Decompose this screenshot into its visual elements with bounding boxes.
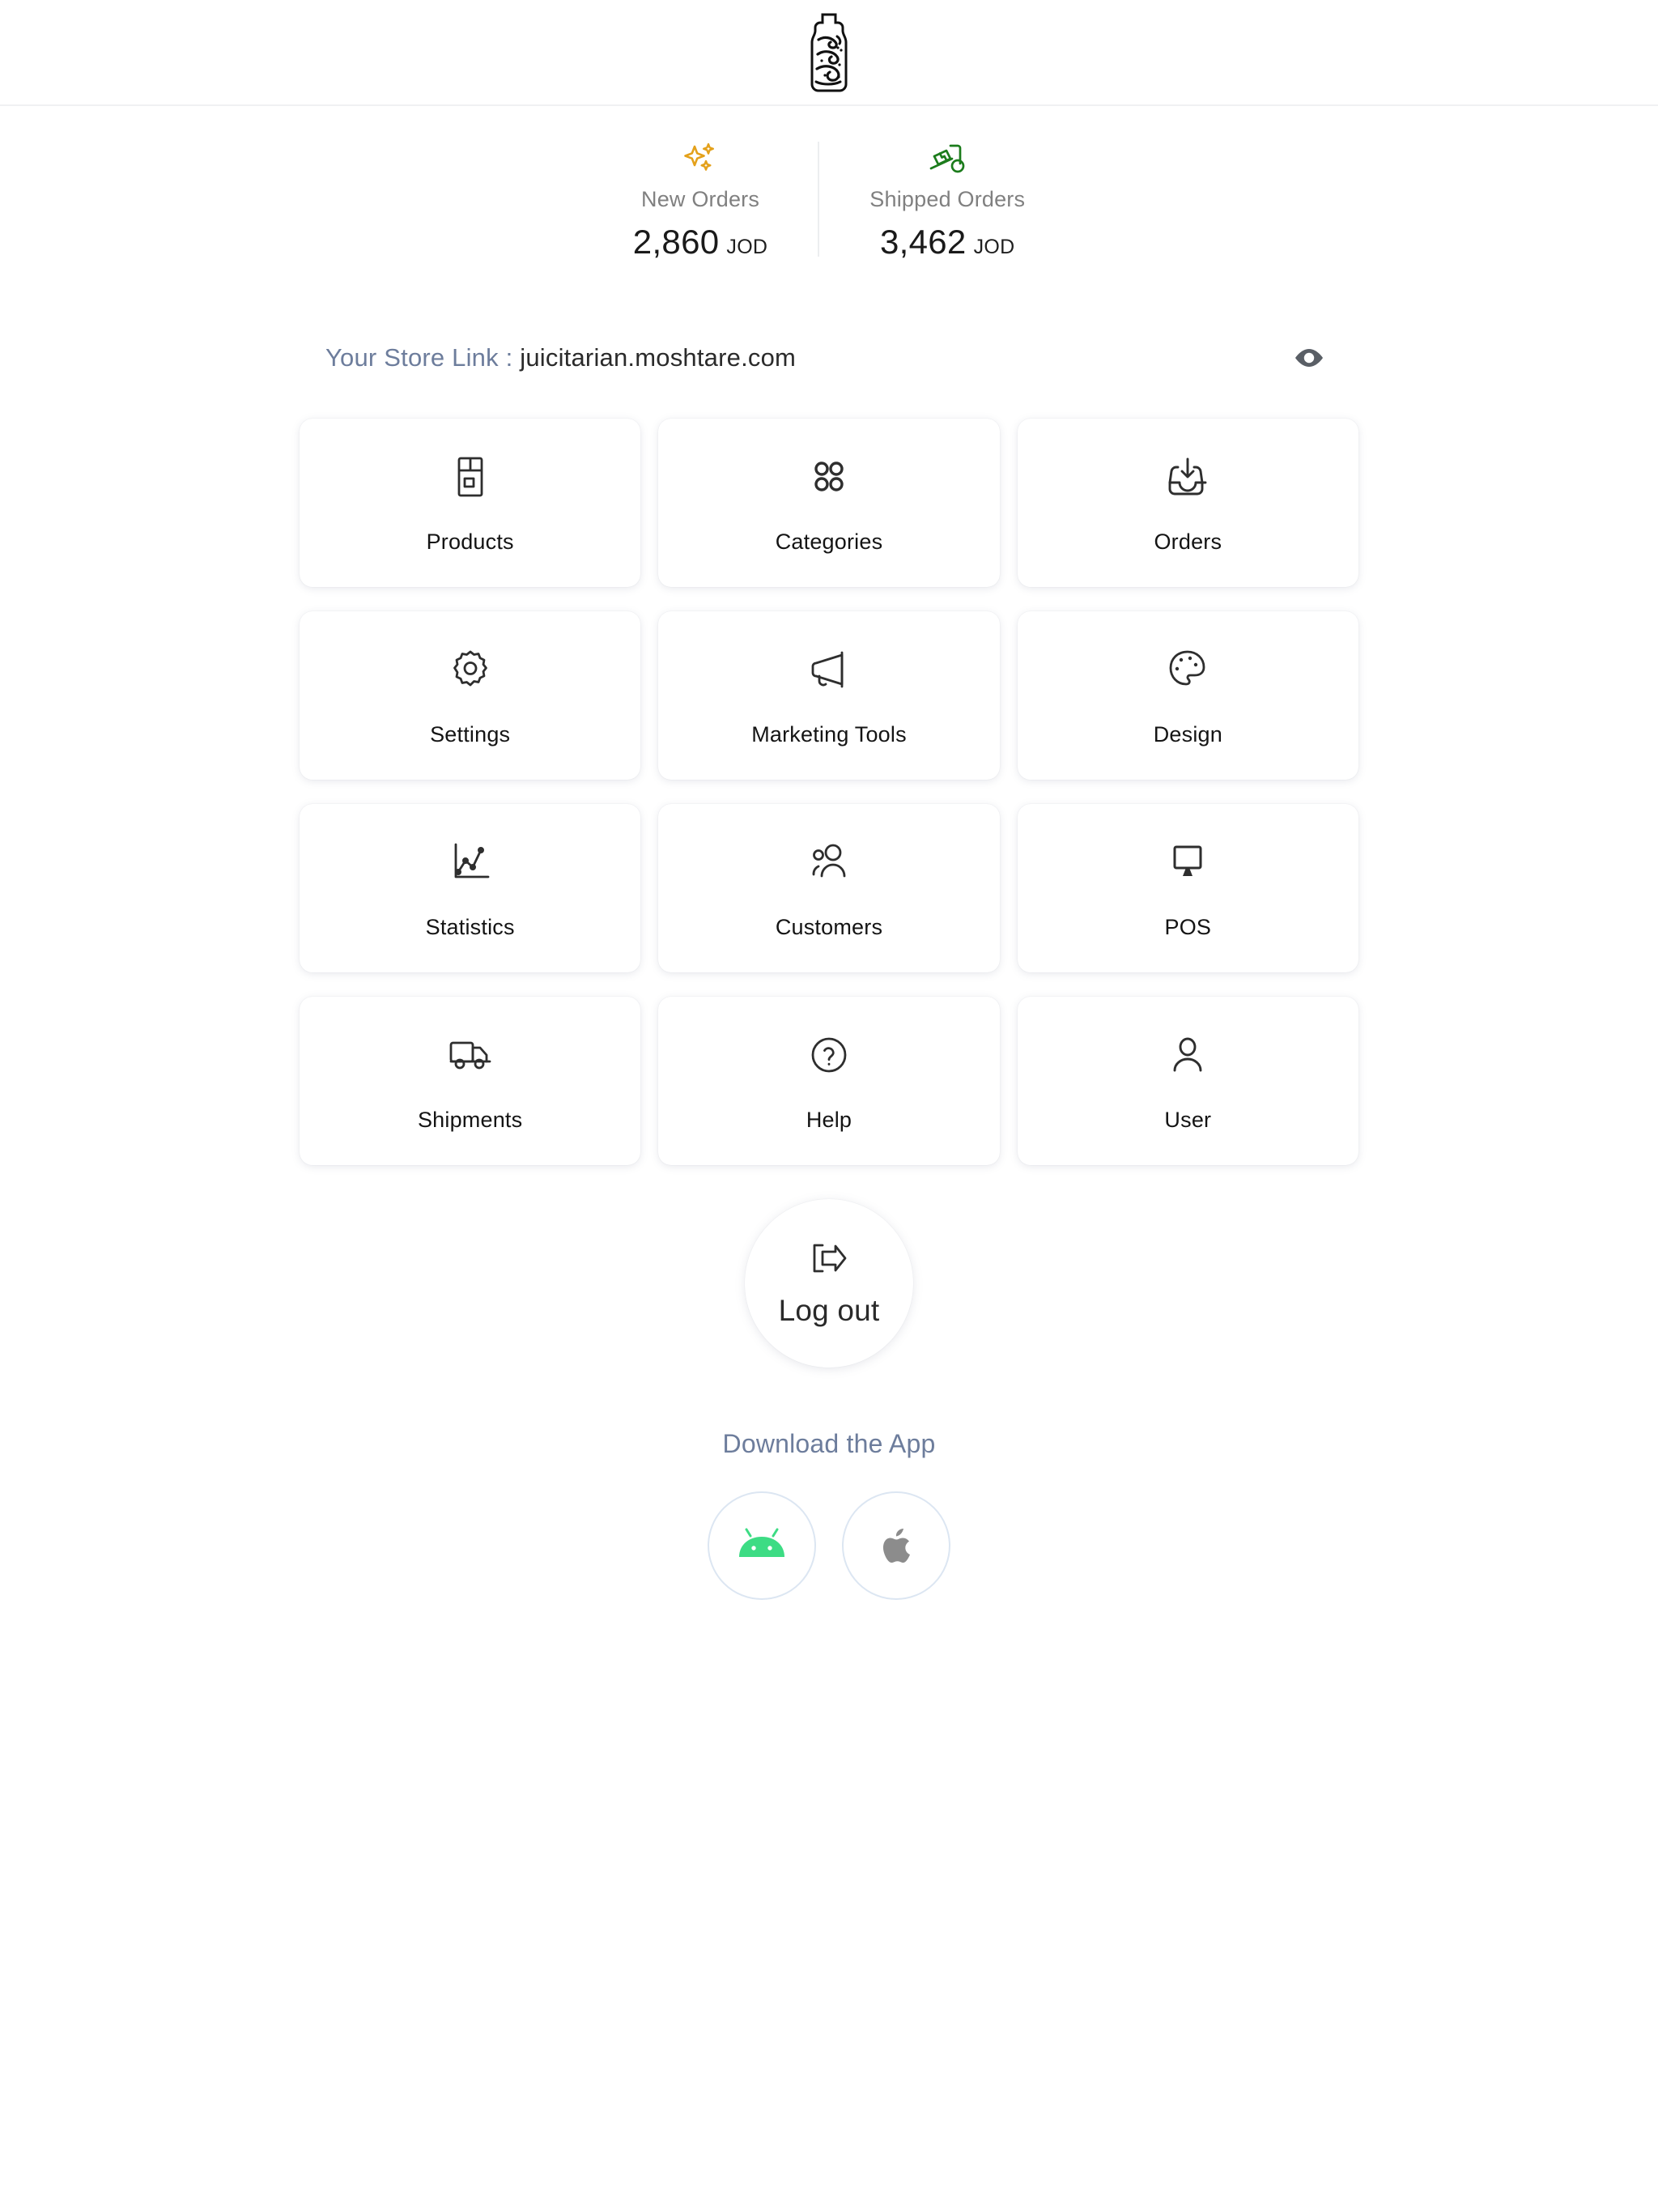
tile-label: Categories [775, 529, 883, 554]
tile-label: Shipments [417, 1107, 523, 1132]
tile-label: User [1164, 1107, 1212, 1132]
person-icon [1169, 1030, 1206, 1080]
eye-icon[interactable] [1287, 336, 1331, 380]
truck-icon [447, 1030, 494, 1080]
stat-new-orders: New Orders 2,860 JOD [583, 137, 818, 262]
monitor-icon [1167, 837, 1208, 887]
store-link-label: Your Store Link : [325, 343, 513, 372]
stat-value-row: 2,860 JOD [633, 223, 768, 262]
paint-palette-icon [1167, 644, 1208, 695]
apple-download-button[interactable] [842, 1491, 950, 1600]
logout-section: Log out [0, 1199, 1658, 1368]
tile-pos[interactable]: POS [1017, 804, 1358, 972]
store-link-url[interactable]: juicitarian.moshtare.com [520, 343, 796, 372]
tile-label: Orders [1154, 529, 1222, 554]
sparkles-icon [681, 137, 720, 181]
question-circle-icon [809, 1030, 849, 1080]
inbox-download-icon [1167, 452, 1209, 502]
logout-label: Log out [778, 1294, 880, 1327]
dashboard-tile-grid: Products Categories Orders Settings Mark… [300, 419, 1358, 1165]
tile-label: POS [1164, 914, 1212, 939]
grid-circles-icon [809, 452, 849, 502]
tile-marketing-tools[interactable]: Marketing Tools [658, 611, 1000, 780]
logout-arrow-icon [810, 1239, 848, 1278]
megaphone-icon [806, 644, 852, 695]
tile-label: Customers [775, 914, 883, 939]
tile-user[interactable]: User [1017, 997, 1358, 1165]
gear-icon [449, 644, 491, 695]
store-link-row: Your Store Link : juicitarian.moshtare.c… [303, 336, 1355, 380]
package-box-icon [452, 452, 489, 502]
tile-products[interactable]: Products [300, 419, 641, 587]
stat-shipped-orders: Shipped Orders 3,462 JOD [819, 137, 1075, 262]
juicitarian-bottle-logo [780, 7, 878, 98]
line-chart-icon [449, 837, 491, 887]
stat-currency: JOD [726, 236, 768, 258]
tile-label: Design [1153, 721, 1222, 747]
android-download-button[interactable] [708, 1491, 816, 1600]
app-header [0, 0, 1658, 106]
stat-value: 2,860 [632, 223, 720, 261]
tile-label: Statistics [425, 914, 515, 939]
tile-label: Settings [430, 721, 511, 747]
tile-orders[interactable]: Orders [1017, 419, 1358, 587]
download-title: Download the App [722, 1429, 936, 1458]
delivery-dolly-icon [926, 137, 968, 181]
tile-statistics[interactable]: Statistics [300, 804, 641, 972]
tile-design[interactable]: Design [1017, 611, 1358, 780]
tile-label: Products [426, 529, 514, 554]
tile-label: Marketing Tools [751, 721, 907, 747]
stat-value-row: 3,462 JOD [880, 223, 1015, 262]
logout-button[interactable]: Log out [745, 1199, 913, 1368]
tile-categories[interactable]: Categories [658, 419, 1000, 587]
tile-customers[interactable]: Customers [658, 804, 1000, 972]
stat-label: New Orders [641, 187, 760, 211]
users-icon [807, 837, 851, 887]
download-app-section: Download the App [0, 1429, 1658, 1600]
stat-currency: JOD [973, 236, 1015, 258]
tile-help[interactable]: Help [658, 997, 1000, 1165]
store-badges [708, 1491, 950, 1600]
tile-shipments[interactable]: Shipments [300, 997, 641, 1165]
stat-label: Shipped Orders [869, 187, 1026, 211]
store-link[interactable]: Your Store Link : juicitarian.moshtare.c… [325, 343, 796, 372]
tile-label: Help [806, 1107, 852, 1132]
stat-value: 3,462 [879, 223, 967, 261]
tile-settings[interactable]: Settings [300, 611, 641, 780]
order-stats: New Orders 2,860 JOD Shipped Orders 3,46… [0, 137, 1658, 262]
